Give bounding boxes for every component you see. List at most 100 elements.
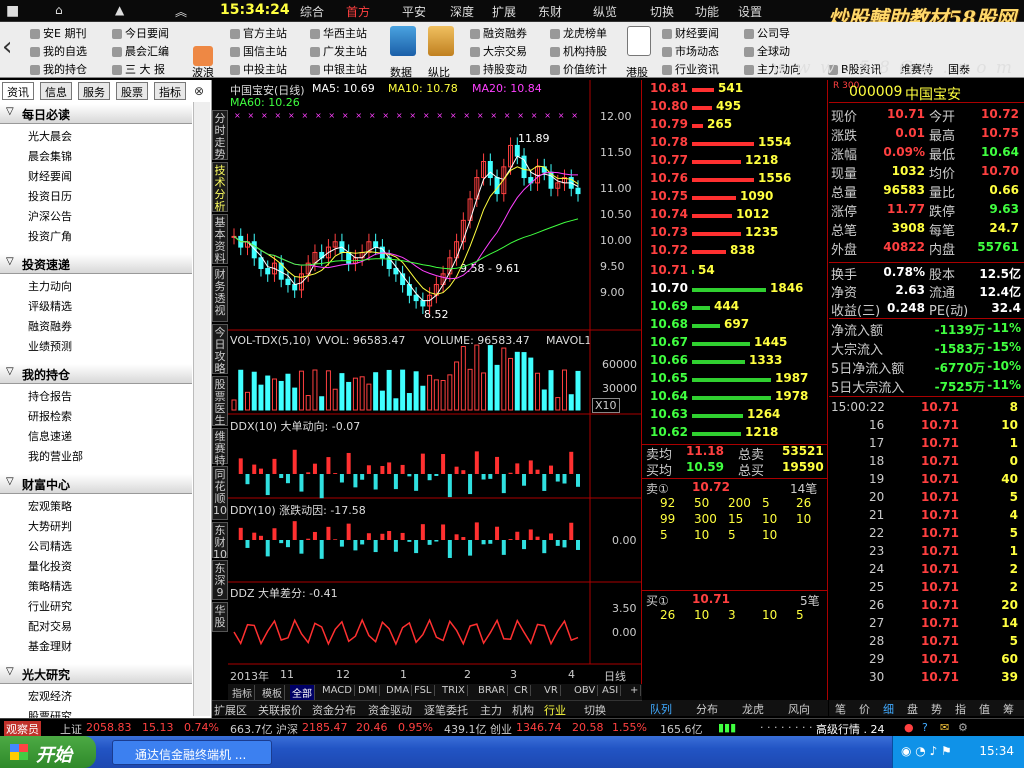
toolbar-link[interactable]: 公司导 [744, 25, 790, 41]
indicator-tab[interactable]: TRIX [440, 685, 468, 696]
tray-icons[interactable]: ◉ ◔ ♪ ⚑ [901, 744, 952, 758]
section-item[interactable]: 持仓报告 [28, 388, 72, 404]
collapse-icon[interactable]: ︽ [175, 3, 187, 20]
quote-tab[interactable]: 指 [955, 701, 966, 717]
tab-news[interactable]: 资讯 [2, 82, 34, 100]
toolbar-link[interactable]: 中银主站 [310, 61, 367, 77]
section-item[interactable]: 投资日历 [28, 188, 72, 204]
tab-indicators[interactable]: 指标 [154, 82, 186, 100]
start-button[interactable]: 开始 [0, 736, 96, 768]
calendar-icon[interactable] [627, 26, 651, 56]
vertical-tab[interactable]: 技术分析 [212, 162, 228, 213]
section-item[interactable]: 主力动向 [28, 278, 72, 294]
bid-row[interactable]: 10.69 444 [646, 299, 826, 316]
sub-tab[interactable]: 资金分布 [312, 702, 356, 718]
indicator-tab[interactable]: ASI [600, 685, 622, 696]
section-item[interactable]: 评级精选 [28, 298, 72, 314]
toolbar-link[interactable]: 全球动 [744, 43, 790, 59]
toolbar-link[interactable]: 财经要闻 [662, 25, 719, 41]
bid-row[interactable]: 10.62 1218 [646, 425, 826, 442]
section-item[interactable]: 信息速递 [28, 428, 72, 444]
toolbar-link[interactable]: 市场动态 [662, 43, 719, 59]
vertical-tab[interactable]: 财务透视 [212, 266, 228, 322]
window-control-icon[interactable]: ■ [6, 3, 19, 19]
data-icon[interactable] [390, 26, 416, 56]
bid-row[interactable]: 10.63 1264 [646, 407, 826, 424]
menu-item-depth[interactable]: 深度 [450, 3, 474, 20]
indicator-tab[interactable]: DMA [384, 685, 413, 696]
sub-tab[interactable]: 资金驱动 [368, 702, 412, 718]
vertical-tab[interactable]: 东深9 [212, 560, 228, 600]
menu-item-switch[interactable]: 切换 [650, 3, 674, 20]
toolbar-link[interactable]: 安E 期刊 [30, 25, 86, 41]
market-label[interactable]: 高级行情 . 24 [816, 721, 885, 737]
help-icon[interactable]: ? [922, 721, 928, 734]
quote-tab[interactable]: 细 [883, 701, 894, 717]
section-item[interactable]: 配对交易 [28, 618, 72, 634]
sub-tab[interactable]: 逐笔委托 [424, 702, 468, 718]
wave-icon[interactable] [193, 46, 213, 66]
section-item[interactable]: 宏观经济 [28, 688, 72, 704]
bid-row[interactable]: 10.68 697 [646, 317, 826, 334]
toolbar-link[interactable]: 龙虎榜单 [550, 25, 607, 41]
indicator-tab[interactable]: OBV [572, 685, 599, 696]
alert-icon[interactable]: ● [904, 721, 914, 734]
settings-icon[interactable]: ⚙ [958, 721, 968, 734]
vertical-tab[interactable]: 分时走势 [212, 110, 228, 161]
section-item[interactable]: 策略精选 [28, 578, 72, 594]
tab-info[interactable]: 信息 [40, 82, 72, 100]
tab-service[interactable]: 服务 [78, 82, 110, 100]
kline-chart[interactable]: 中国宝安(日线) MA5: 10.69 MA10: 10.78 MA20: 10… [228, 80, 642, 700]
section-header[interactable]: 光大研究 [0, 664, 192, 684]
section-item[interactable]: 研报检索 [28, 408, 72, 424]
ask-row[interactable]: 10.78 1554 [646, 135, 826, 152]
vertical-tab[interactable]: 同花顺10 [212, 466, 228, 520]
toolbar-link[interactable]: 行业资讯 [662, 61, 719, 77]
ask-row[interactable]: 10.72 838 [646, 243, 826, 260]
orderbook-tab[interactable]: 龙虎 [742, 701, 764, 717]
quote-tab[interactable]: 价 [859, 701, 870, 717]
section-item[interactable]: 大势研判 [28, 518, 72, 534]
section-header[interactable]: 我的持仓 [0, 364, 192, 384]
menu-item-overview[interactable]: 纵览 [593, 3, 617, 20]
orderbook-tab[interactable]: 风向 [788, 701, 810, 717]
section-item[interactable]: 业绩预测 [28, 338, 72, 354]
compare-icon[interactable] [428, 26, 454, 56]
toolbar-link[interactable]: 我的自选 [30, 43, 87, 59]
vertical-tab[interactable]: 今日攻略 [212, 324, 228, 375]
quote-tab[interactable]: 势 [931, 701, 942, 717]
bid-row[interactable]: 10.64 1978 [646, 389, 826, 406]
menu-item-dongcai[interactable]: 东财 [538, 3, 562, 20]
tab-stocks[interactable]: 股票 [116, 82, 148, 100]
toolbar-link[interactable]: 三 大 报 [112, 61, 165, 77]
section-item[interactable]: 基金理财 [28, 638, 72, 654]
indicator-tab[interactable]: MACD [320, 685, 355, 696]
menu-item-official[interactable]: 首方 [346, 3, 370, 20]
orderbook-tab[interactable]: 分布 [696, 701, 718, 717]
toolbar-link[interactable]: 我的持仓 [30, 61, 87, 77]
section-item[interactable]: 光大晨会 [28, 128, 72, 144]
vertical-tab[interactable]: 股票医生 [212, 376, 228, 427]
indicator-tab[interactable]: DMI [356, 685, 381, 696]
toolbar-link[interactable]: 国信主站 [230, 43, 287, 59]
sub-tab[interactable]: 机构 [512, 702, 534, 718]
section-item[interactable]: 财经要闻 [28, 168, 72, 184]
ask-row[interactable]: 10.75 1090 [646, 189, 826, 206]
sub-tab[interactable]: 切换 [584, 702, 606, 718]
toolbar-link[interactable]: 持股变动 [470, 61, 527, 77]
menu-item-extend[interactable]: 扩展 [492, 3, 516, 20]
section-header[interactable]: 投资速递 [0, 254, 192, 274]
section-item[interactable]: 融资融券 [28, 318, 72, 334]
bid-row[interactable]: 10.67 1445 [646, 335, 826, 352]
menu-item-function[interactable]: 功能 [695, 3, 719, 20]
toolbar-link[interactable]: 中投主站 [230, 61, 287, 77]
quote-tab[interactable]: 值 [979, 701, 990, 717]
bid-row[interactable]: 10.66 1333 [646, 353, 826, 370]
section-item[interactable]: 股票研究 [28, 708, 72, 718]
ask-row[interactable]: 10.79 265 [646, 117, 826, 134]
indicator-tab[interactable]: 全部 [290, 685, 315, 700]
section-item[interactable]: 宏观策略 [28, 498, 72, 514]
taskbar-item[interactable]: 通达信金融终端机 ... [112, 740, 272, 765]
menu-item-settings[interactable]: 设置 [738, 3, 762, 20]
bid-row[interactable]: 10.71 54 [646, 263, 826, 280]
